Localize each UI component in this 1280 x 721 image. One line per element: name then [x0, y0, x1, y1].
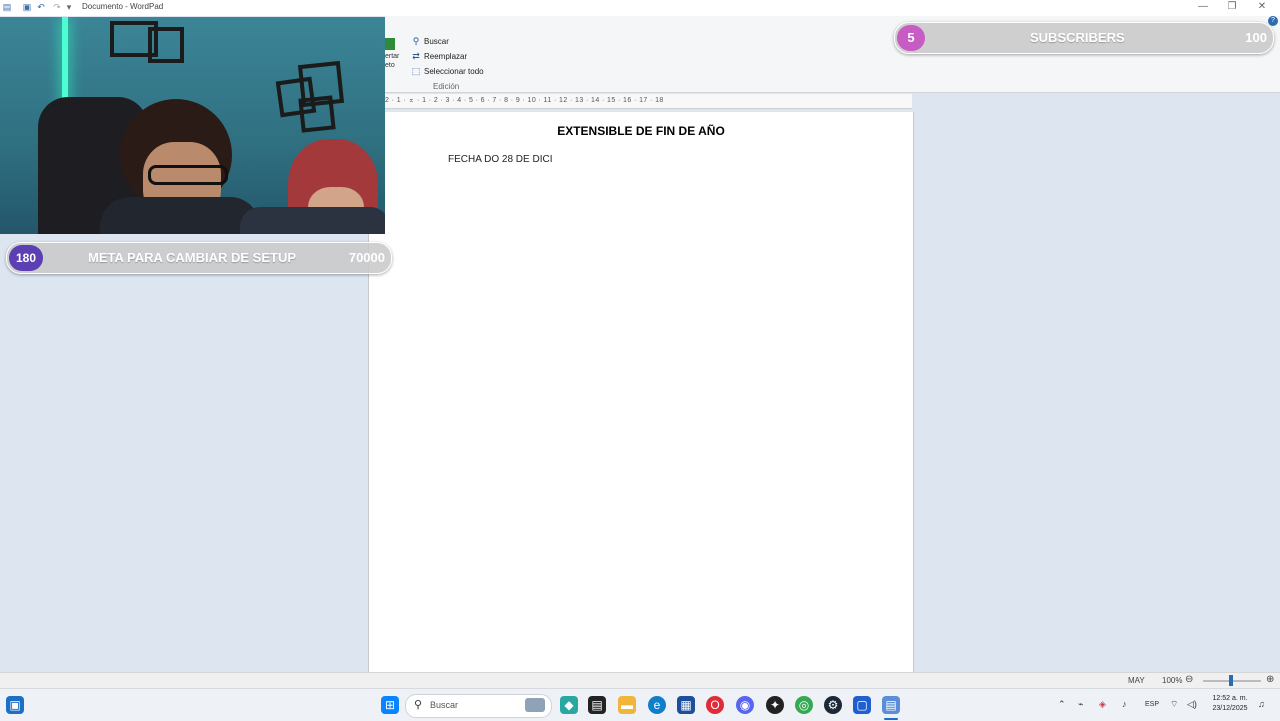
taskbar-search-placeholder: Buscar — [430, 700, 459, 710]
minimize-button[interactable]: — — [1196, 1, 1210, 13]
search-icon: ⚲ — [414, 699, 423, 711]
subscribers-count: 5 — [897, 25, 925, 51]
file-explorer-icon[interactable]: ▬ — [618, 696, 636, 714]
replace-label: Reemplazar — [424, 52, 468, 61]
insert-icon — [385, 38, 395, 50]
chrome-icon[interactable]: ◎ — [795, 696, 813, 714]
help-icon[interactable]: ? — [1268, 16, 1278, 26]
customize-quick-access-icon[interactable]: ▾ — [64, 2, 74, 12]
find-button[interactable]: ⚲ Buscar — [411, 36, 449, 47]
tray-overflow-icon[interactable]: ⌃ — [1058, 699, 1066, 710]
replace-icon: ⇄ — [412, 51, 420, 61]
select-all-icon: ⬚ — [411, 66, 421, 76]
microphone-icon[interactable]: ♪ — [1122, 699, 1127, 709]
app-icon[interactable]: ▤ — [2, 2, 12, 12]
wordpad-icon[interactable]: ▤ — [882, 696, 900, 714]
editing-group-label: Edición — [433, 82, 460, 91]
redo-icon[interactable]: ↷ — [52, 2, 62, 12]
ribbon-paste-fragment[interactable]: ertar eto — [385, 38, 399, 78]
wifi-icon[interactable]: ⌔ — [1170, 699, 1178, 710]
security-icon[interactable]: ◈ — [1099, 699, 1106, 710]
status-bar: MAY 100% ⊖ ⊕ — [0, 672, 1280, 689]
document-text-line: FECHA DO 28 DE DICI — [448, 154, 553, 165]
webcam-overlay — [0, 17, 385, 234]
clock-time: 12:52 a. m. — [1212, 695, 1248, 702]
close-button[interactable]: ✕ — [1255, 1, 1269, 13]
wall-frame — [298, 95, 336, 133]
restore-button[interactable]: ❐ — [1225, 1, 1239, 13]
network-icon[interactable]: ⌁ — [1078, 699, 1083, 710]
search-highlight-icon — [525, 698, 545, 712]
select-all-button[interactable]: ⬚ Seleccionar todo — [411, 66, 484, 77]
zoom-level: 100% — [1162, 676, 1183, 685]
taskbar: ▣ ⊞ ⚲ Buscar ◆ ▤ ▬ e ▦ O ◉ ✦ ◎ ⚙ ▢ ▤ ⌃ ⌁… — [0, 688, 1280, 721]
discord-icon[interactable]: ◉ — [736, 696, 754, 714]
copilot-icon[interactable]: ◆ — [560, 696, 578, 714]
language-indicator[interactable]: ESP — [1145, 701, 1159, 708]
widgets-icon[interactable]: ▣ — [6, 696, 24, 714]
setup-goal-count: 180 — [9, 245, 43, 271]
undo-icon[interactable]: ↶ — [36, 2, 46, 12]
window-title: Documento - WordPad — [82, 2, 164, 11]
system-clock[interactable]: 12:52 a. m. 23/12/2025 — [1206, 694, 1254, 714]
taskbar-search[interactable]: ⚲ Buscar — [405, 694, 552, 718]
setup-goal-target: 70000 — [348, 250, 385, 265]
ruler-ticks: 2 · 1 · ⌅ · 1 · 2 · 3 · 4 · 5 · 6 · 7 · … — [385, 97, 664, 104]
setup-goal-label: META PARA CAMBIAR DE SETUP — [88, 250, 296, 265]
volume-icon[interactable]: ◁) — [1187, 699, 1197, 710]
subscribers-target: 100 — [1245, 30, 1267, 45]
ribbon-fragment-label: ertar eto — [385, 53, 400, 69]
opera-icon[interactable]: O — [706, 696, 724, 714]
subscribers-label: SUBSCRIBERS — [1030, 30, 1125, 45]
clock-date: 23/12/2025 — [1212, 705, 1248, 712]
streamer-body — [100, 197, 260, 234]
select-all-label: Seleccionar todo — [424, 67, 484, 76]
setup-goal-bar: 180 META PARA CAMBIAR DE SETUP 70000 — [6, 242, 392, 274]
zoom-in-icon[interactable]: ⊕ — [1266, 674, 1274, 685]
zoom-slider-thumb[interactable] — [1229, 675, 1233, 686]
document-page[interactable]: EXTENSIBLE DE FIN DE AÑO FECHA DO 28 DE … — [368, 112, 914, 672]
start-icon[interactable]: ⊞ — [381, 696, 399, 714]
app-icon-blue[interactable]: ▢ — [853, 696, 871, 714]
find-label: Buscar — [424, 37, 449, 46]
task-view-icon[interactable]: ▤ — [588, 696, 606, 714]
guest-body — [240, 207, 385, 234]
title-bar: ▤ ▣ ↶ ↷ ▾ Documento - WordPad — ❐ ✕ — [0, 0, 1280, 16]
streamer-glasses — [148, 165, 228, 185]
ruler[interactable]: 2 · 1 · ⌅ · 1 · 2 · 3 · 4 · 5 · 6 · 7 · … — [385, 94, 912, 109]
replace-button[interactable]: ⇄ Reemplazar — [411, 51, 467, 62]
wall-frame — [148, 27, 184, 63]
save-icon[interactable]: ▣ — [22, 2, 32, 12]
subscribers-goal-bar: 5 SUBSCRIBERS 100 — [894, 22, 1274, 54]
caps-lock-indicator: MAY — [1128, 676, 1145, 685]
edge-icon[interactable]: e — [648, 696, 666, 714]
steam-icon[interactable]: ⚙ — [824, 696, 842, 714]
document-title: EXTENSIBLE DE FIN DE AÑO — [557, 124, 725, 138]
notification-bell-icon[interactable]: ♫ — [1258, 699, 1265, 709]
game-app-icon[interactable]: ✦ — [766, 696, 784, 714]
zoom-out-icon[interactable]: ⊖ — [1185, 674, 1193, 685]
binoculars-icon: ⚲ — [412, 36, 420, 46]
store-icon[interactable]: ▦ — [677, 696, 695, 714]
